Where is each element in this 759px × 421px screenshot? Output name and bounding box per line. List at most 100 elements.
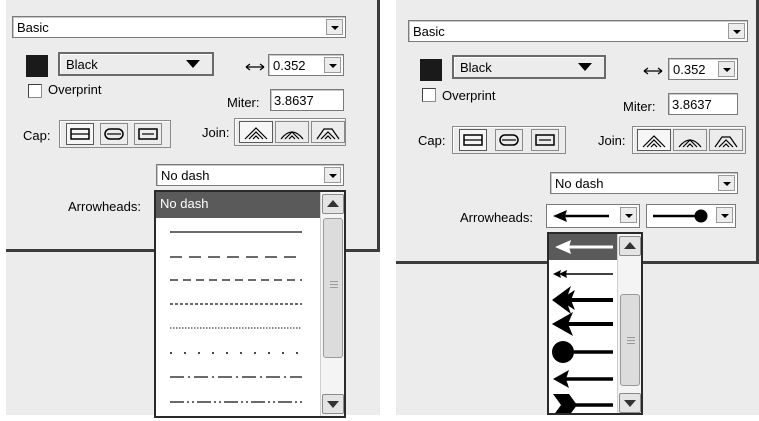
color-select[interactable]: Black [452,55,606,79]
cap-round-button[interactable] [100,123,128,145]
cap-button-group [59,120,171,148]
join-bevel-button[interactable] [709,129,743,151]
miter-input-value: 3.8637 [672,97,712,112]
dash-list-scrollbar[interactable] [320,192,344,416]
scroll-down-icon[interactable] [322,394,344,414]
color-select[interactable]: Black [58,52,214,76]
join-label: Join: [598,133,626,148]
chevron-down-icon [186,60,200,68]
overprint-label: Overprint [442,88,496,103]
arrowhead-options-preview [552,240,613,415]
cap-label: Cap: [23,128,51,143]
color-swatch[interactable] [420,59,442,81]
chevron-down-icon[interactable] [716,207,733,223]
arrowhead-option-circle[interactable] [552,341,613,363]
overprint-checkbox[interactable] [422,88,436,102]
join-button-group [632,126,746,154]
dash-option-no-dash[interactable]: No dash [156,192,320,218]
miter-input-value: 3.8637 [274,93,314,108]
right-stroke-panel: Basic Black 0.352 Overprint Miter: 3.863… [396,0,759,415]
scroll-thumb[interactable] [323,218,343,358]
miter-input[interactable]: 3.8637 [270,89,344,111]
overprint-label: Overprint [48,82,102,97]
cap-square-icon [535,134,555,146]
join-round-button[interactable] [275,121,309,143]
join-round-icon [280,131,304,140]
cap-butt-button[interactable] [66,123,94,145]
style-select[interactable]: Basic [12,16,346,38]
miter-input[interactable]: 3.8637 [668,93,738,115]
arrow-left-icon [553,210,609,222]
arrowheads-label: Arrowheads: [460,210,533,225]
cap-butt-icon [463,134,483,146]
color-select-value: Black [66,57,98,72]
color-swatch[interactable] [26,55,48,77]
arrowhead-option-chevron-tail[interactable] [553,394,613,415]
scroll-down-icon[interactable] [619,393,641,413]
cap-square-button[interactable] [134,123,162,145]
end-arrowhead-select[interactable] [646,204,736,228]
arrowhead-option-barb[interactable] [553,370,613,388]
miter-label: Miter: [227,95,260,110]
cap-square-icon [138,128,158,140]
arrowhead-option-triple-barb[interactable] [552,286,613,314]
cap-round-icon [104,128,124,140]
arrowhead-option-feather-barb[interactable] [552,312,613,336]
dash-option-label: No dash [160,196,209,211]
chevron-down-icon[interactable] [718,175,735,191]
join-round-icon [678,139,702,148]
arrowhead-option-double-barb[interactable] [553,270,613,278]
style-select[interactable]: Basic [408,20,748,42]
chevron-down-icon[interactable] [718,61,735,77]
chevron-down-icon[interactable] [728,23,745,39]
cap-butt-icon [70,128,90,140]
width-arrows-icon [643,67,663,75]
join-bevel-button[interactable] [311,121,345,143]
join-bevel-icon [714,136,738,148]
width-select-value: 0.352 [273,58,306,73]
dash-select-value: No dash [161,168,210,183]
miter-label: Miter: [623,99,656,114]
chevron-down-icon [578,63,592,71]
chevron-down-icon[interactable] [620,207,637,223]
join-round-button[interactable] [673,129,707,151]
overprint-checkbox[interactable] [28,84,42,98]
join-bevel-icon [316,128,340,140]
start-arrowhead-select[interactable] [546,204,640,228]
arrowheads-label: Arrowheads: [68,199,141,214]
chevron-down-icon[interactable] [326,19,343,35]
dash-patterns-preview [170,231,302,403]
arrowhead-option-open-left[interactable] [555,240,613,254]
cap-round-button[interactable] [495,129,523,151]
chevron-down-icon[interactable] [324,167,341,183]
chevron-down-icon[interactable] [324,57,341,73]
dash-dropdown-list: No dash [154,190,346,418]
cap-round-icon [499,134,519,146]
left-stroke-panel: Basic Black 0.352 Overprint Miter: 3.863… [6,0,380,418]
dash-select[interactable]: No dash [156,164,344,186]
dash-select-value: No dash [555,176,604,191]
circle-end-icon [653,209,708,223]
cap-square-button[interactable] [531,129,559,151]
cap-label: Cap: [418,133,446,148]
cap-button-group [452,126,566,154]
width-select-value: 0.352 [673,62,706,77]
join-label: Join: [202,125,230,140]
scroll-up-icon[interactable] [322,194,344,214]
arrowhead-list-scrollbar[interactable] [617,234,641,413]
scroll-thumb[interactable] [620,294,640,386]
cap-butt-button[interactable] [459,129,487,151]
join-miter-button[interactable] [239,121,273,143]
scroll-up-icon[interactable] [619,236,641,256]
width-select[interactable]: 0.352 [268,54,344,76]
style-select-value: Basic [17,20,49,35]
join-button-group [234,118,346,146]
dash-select[interactable]: No dash [550,172,738,194]
join-miter-icon [244,127,268,140]
join-miter-icon [642,135,666,148]
join-miter-button[interactable] [637,129,671,151]
width-select[interactable]: 0.352 [668,58,738,80]
style-select-value: Basic [413,24,445,39]
color-select-value: Black [460,60,492,75]
width-arrows-icon [245,63,265,71]
